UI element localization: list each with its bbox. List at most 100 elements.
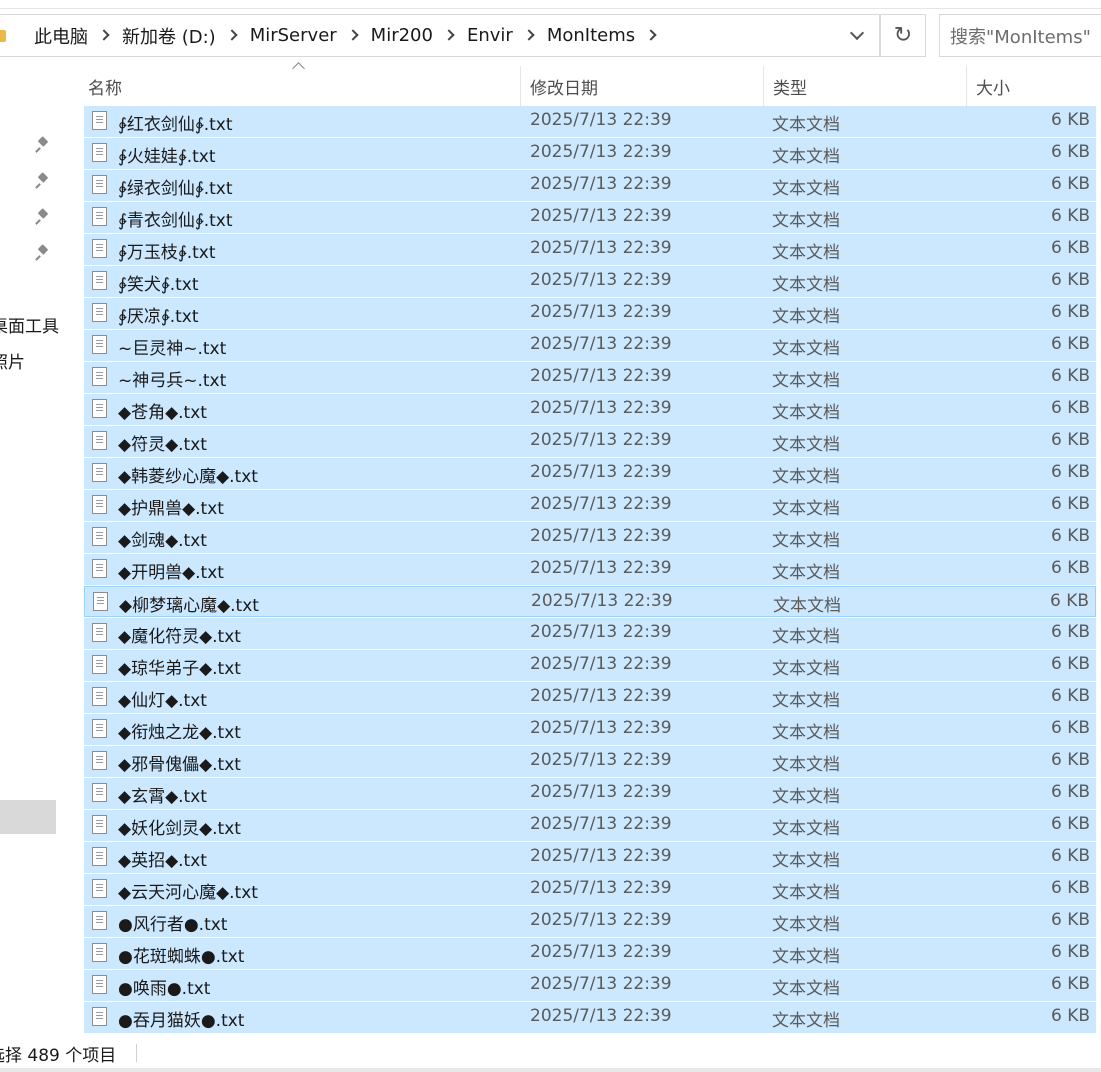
text-file-icon — [92, 303, 107, 322]
text-file-icon — [92, 463, 107, 482]
file-name: ∲笑犬∲.txt — [118, 275, 199, 295]
column-header-type[interactable]: 类型 — [773, 66, 807, 106]
pin-icon[interactable] — [36, 174, 50, 188]
column-header-name[interactable]: 名称 — [88, 66, 122, 106]
chevron-right-icon[interactable] — [100, 31, 109, 40]
file-size: 6 KB — [1050, 814, 1090, 834]
file-size: 6 KB — [1050, 654, 1090, 674]
file-type: 文本文档 — [772, 307, 840, 327]
file-type: 文本文档 — [772, 403, 840, 423]
breadcrumb-envir[interactable]: Envir — [467, 25, 513, 46]
column-divider[interactable] — [966, 66, 967, 106]
top-divider — [0, 8, 1101, 9]
breadcrumb-mirserver[interactable]: MirServer — [250, 25, 337, 46]
table-row[interactable]: ∲青衣剑仙∲.txt 2025/7/13 22:39 文本文档 6 KB — [84, 202, 1096, 233]
file-type: 文本文档 — [772, 819, 840, 839]
table-row[interactable]: ◆剑魂◆.txt 2025/7/13 22:39 文本文档 6 KB — [84, 522, 1096, 553]
file-type: 文本文档 — [772, 371, 840, 391]
table-row[interactable]: ~巨灵神~.txt 2025/7/13 22:39 文本文档 6 KB — [84, 330, 1096, 361]
address-history-dropdown[interactable] — [835, 15, 879, 56]
breadcrumb-monitems[interactable]: MonItems — [547, 25, 635, 46]
file-date: 2025/7/13 22:39 — [530, 846, 672, 866]
chevron-right-icon[interactable] — [228, 31, 237, 40]
text-file-icon — [92, 207, 107, 226]
nav-item-photos[interactable]: 照片 — [0, 348, 25, 373]
breadcrumb-mir200[interactable]: Mir200 — [371, 25, 433, 46]
table-row[interactable]: ∲万玉枝∲.txt 2025/7/13 22:39 文本文档 6 KB — [84, 234, 1096, 265]
file-name: ∲火娃娃∲.txt — [118, 147, 216, 167]
file-size: 6 KB — [1050, 558, 1090, 578]
file-size: 6 KB — [1050, 622, 1090, 642]
table-row[interactable]: ∲火娃娃∲.txt 2025/7/13 22:39 文本文档 6 KB — [84, 138, 1096, 169]
column-divider[interactable] — [763, 66, 764, 106]
file-date: 2025/7/13 22:39 — [530, 878, 672, 898]
file-size: 6 KB — [1050, 110, 1090, 130]
pin-icon[interactable] — [36, 138, 50, 152]
nav-selected-item[interactable] — [0, 800, 56, 834]
chevron-right-icon[interactable] — [445, 31, 454, 40]
text-file-icon — [92, 367, 107, 386]
text-file-icon — [92, 527, 107, 546]
column-header-size[interactable]: 大小 — [976, 66, 1010, 106]
file-size: 6 KB — [1050, 750, 1090, 770]
table-row[interactable]: ◆韩菱纱心魔◆.txt 2025/7/13 22:39 文本文档 6 KB — [84, 458, 1096, 489]
file-type: 文本文档 — [772, 947, 840, 967]
chevron-right-icon[interactable] — [647, 31, 656, 40]
file-type: 文本文档 — [772, 979, 840, 999]
file-name: ◆苍角◆.txt — [118, 403, 207, 423]
table-row[interactable]: ●吞月猫妖●.txt 2025/7/13 22:39 文本文档 6 KB — [84, 1002, 1096, 1033]
table-row[interactable]: ◆符灵◆.txt 2025/7/13 22:39 文本文档 6 KB — [84, 426, 1096, 457]
file-name: ●唤雨●.txt — [118, 979, 211, 999]
text-file-icon — [92, 495, 107, 514]
table-row[interactable]: ∲绿衣剑仙∲.txt 2025/7/13 22:39 文本文档 6 KB — [84, 170, 1096, 201]
text-file-icon — [92, 879, 107, 898]
chevron-right-icon[interactable] — [349, 31, 358, 40]
pin-icon[interactable] — [36, 210, 50, 224]
text-file-icon — [92, 783, 107, 802]
table-row[interactable]: ◆妖化剑灵◆.txt 2025/7/13 22:39 文本文档 6 KB — [84, 810, 1096, 841]
table-row[interactable]: ◆仙灯◆.txt 2025/7/13 22:39 文本文档 6 KB — [84, 682, 1096, 713]
refresh-icon: ↻ — [893, 23, 913, 48]
column-divider[interactable] — [520, 66, 521, 106]
file-date: 2025/7/13 22:39 — [530, 974, 672, 994]
table-row[interactable]: ∲笑犬∲.txt 2025/7/13 22:39 文本文档 6 KB — [84, 266, 1096, 297]
refresh-button[interactable]: ↻ — [880, 14, 926, 57]
column-header-date[interactable]: 修改日期 — [530, 66, 598, 106]
text-file-icon — [92, 719, 107, 738]
search-input[interactable]: 搜索"MonItems" — [939, 14, 1101, 57]
table-row[interactable]: ●唤雨●.txt 2025/7/13 22:39 文本文档 6 KB — [84, 970, 1096, 1001]
file-date: 2025/7/13 22:39 — [530, 558, 672, 578]
breadcrumb-this-pc[interactable]: 此电脑 — [34, 23, 88, 49]
table-row[interactable]: ◆护鼎兽◆.txt 2025/7/13 22:39 文本文档 6 KB — [84, 490, 1096, 521]
table-row[interactable]: ◆玄霄◆.txt 2025/7/13 22:39 文本文档 6 KB — [84, 778, 1096, 809]
folder-icon — [0, 29, 6, 42]
table-row[interactable]: ~神弓兵~.txt 2025/7/13 22:39 文本文档 6 KB — [84, 362, 1096, 393]
table-row[interactable]: ∲红衣剑仙∲.txt 2025/7/13 22:39 文本文档 6 KB — [84, 106, 1096, 137]
chevron-right-icon[interactable] — [525, 31, 534, 40]
text-file-icon — [92, 431, 107, 450]
table-row[interactable]: ◆英招◆.txt 2025/7/13 22:39 文本文档 6 KB — [84, 842, 1096, 873]
text-file-icon — [92, 815, 107, 834]
table-row[interactable]: ◆邪骨傀儡◆.txt 2025/7/13 22:39 文本文档 6 KB — [84, 746, 1096, 777]
table-row[interactable]: ∲厌凉∲.txt 2025/7/13 22:39 文本文档 6 KB — [84, 298, 1096, 329]
table-row[interactable]: ◆苍角◆.txt 2025/7/13 22:39 文本文档 6 KB — [84, 394, 1096, 425]
file-date: 2025/7/13 22:39 — [530, 206, 672, 226]
file-size: 6 KB — [1050, 206, 1090, 226]
table-row[interactable]: ◆云天河心魔◆.txt 2025/7/13 22:39 文本文档 6 KB — [84, 874, 1096, 905]
file-date: 2025/7/13 22:39 — [530, 270, 672, 290]
table-row[interactable]: ◆开明兽◆.txt 2025/7/13 22:39 文本文档 6 KB — [84, 554, 1096, 585]
text-file-icon — [92, 687, 107, 706]
table-row[interactable]: ●风行者●.txt 2025/7/13 22:39 文本文档 6 KB — [84, 906, 1096, 937]
table-row[interactable]: ●花斑蜘蛛●.txt 2025/7/13 22:39 文本文档 6 KB — [84, 938, 1096, 969]
breadcrumb-drive-d[interactable]: 新加卷 (D:) — [122, 23, 216, 49]
address-bar[interactable]: 此电脑 新加卷 (D:) MirServer Mir200 Envir MonI… — [0, 14, 880, 57]
table-row[interactable]: ◆衔烛之龙◆.txt 2025/7/13 22:39 文本文档 6 KB — [84, 714, 1096, 745]
nav-item-desktop-tools[interactable]: 桌面工具 — [0, 312, 59, 337]
file-size: 6 KB — [1050, 334, 1090, 354]
file-date: 2025/7/13 22:39 — [530, 1006, 672, 1026]
table-row[interactable]: ◆琼华弟子◆.txt 2025/7/13 22:39 文本文档 6 KB — [84, 650, 1096, 681]
table-row[interactable]: ◆魔化符灵◆.txt 2025/7/13 22:39 文本文档 6 KB — [84, 618, 1096, 649]
table-row[interactable]: ◆柳梦璃心魔◆.txt 2025/7/13 22:39 文本文档 6 KB — [84, 586, 1096, 617]
file-type: 文本文档 — [772, 243, 840, 263]
pin-icon[interactable] — [36, 246, 50, 260]
